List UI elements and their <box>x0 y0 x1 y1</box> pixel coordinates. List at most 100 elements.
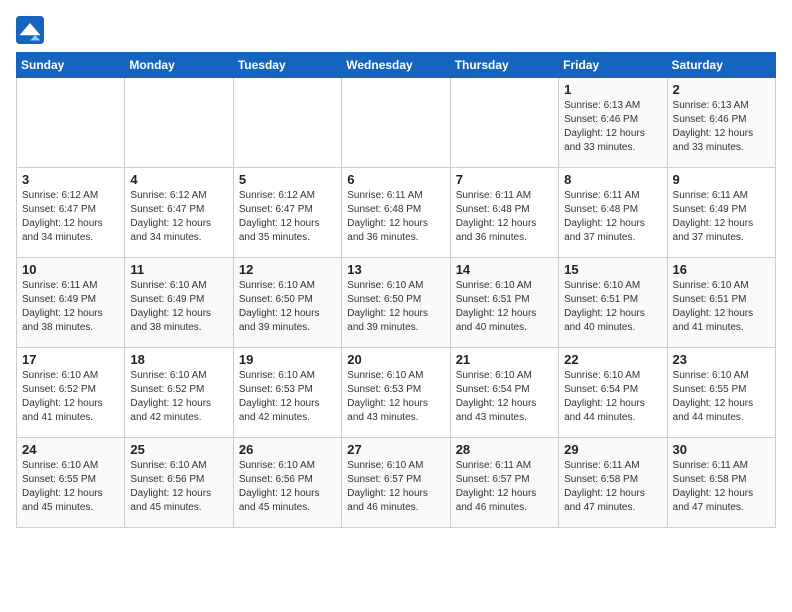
calendar-cell: 13 Sunrise: 6:10 AM Sunset: 6:50 PM Dayli… <box>342 258 450 348</box>
calendar-cell: 4 Sunrise: 6:12 AM Sunset: 6:47 PM Daylig… <box>125 168 233 258</box>
day-number: 19 <box>239 352 336 367</box>
cell-info: Sunrise: 6:13 AM Sunset: 6:46 PM Dayligh… <box>564 99 661 155</box>
calendar-cell: 12 Sunrise: 6:10 AM Sunset: 6:50 PM Dayli… <box>233 258 341 348</box>
calendar-cell: 23Sunrise: 6:10 AM Sunset: 6:55 PM Dayli… <box>667 348 775 438</box>
cell-info: Sunrise: 6:10 AM Sunset: 6:51 PM Dayligh… <box>673 279 770 335</box>
calendar-cell <box>125 78 233 168</box>
day-number: 3 <box>22 172 119 187</box>
logo-icon <box>16 16 44 44</box>
day-number: 30 <box>673 442 770 457</box>
cell-info: Sunrise: 6:10 AM Sunset: 6:56 PM Dayligh… <box>130 459 227 515</box>
day-header-wednesday: Wednesday <box>342 53 450 78</box>
calendar-cell: 21 Sunrise: 6:10 AM Sunset: 6:54 PM Dayli… <box>450 348 558 438</box>
day-header-sunday: Sunday <box>17 53 125 78</box>
day-number: 11 <box>130 262 227 277</box>
cell-info: Sunrise: 6:10 AM Sunset: 6:50 PM Dayligh… <box>347 279 444 335</box>
cell-info: Sunrise: 6:10 AM Sunset: 6:54 PM Dayligh… <box>456 369 553 425</box>
cell-info: Sunrise: 6:10 AM Sunset: 6:57 PM Dayligh… <box>347 459 444 515</box>
calendar-cell <box>17 78 125 168</box>
cell-info: Sunrise: 6:11 AM Sunset: 6:58 PM Dayligh… <box>673 459 770 515</box>
week-row-4: 17 Sunrise: 6:10 AM Sunset: 6:52 PM Dayli… <box>17 348 776 438</box>
cell-info: Sunrise: 6:10 AM Sunset: 6:49 PM Dayligh… <box>130 279 227 335</box>
day-number: 28 <box>456 442 553 457</box>
cell-info: Sunrise: 6:13 AM Sunset: 6:46 PM Dayligh… <box>673 99 770 155</box>
cell-info: Sunrise: 6:10 AM Sunset: 6:50 PM Dayligh… <box>239 279 336 335</box>
calendar-cell: 28 Sunrise: 6:11 AM Sunset: 6:57 PM Dayli… <box>450 438 558 528</box>
week-row-2: 3 Sunrise: 6:12 AM Sunset: 6:47 PM Daylig… <box>17 168 776 258</box>
day-number: 24 <box>22 442 119 457</box>
day-number: 9 <box>673 172 770 187</box>
day-number: 25 <box>130 442 227 457</box>
day-header-saturday: Saturday <box>667 53 775 78</box>
day-number: 8 <box>564 172 661 187</box>
day-number: 26 <box>239 442 336 457</box>
day-number: 14 <box>456 262 553 277</box>
day-number: 21 <box>456 352 553 367</box>
calendar-cell <box>342 78 450 168</box>
day-number: 23 <box>673 352 770 367</box>
day-number: 17 <box>22 352 119 367</box>
cell-info: Sunrise: 6:12 AM Sunset: 6:47 PM Dayligh… <box>22 189 119 245</box>
calendar-cell: 6 Sunrise: 6:11 AM Sunset: 6:48 PM Daylig… <box>342 168 450 258</box>
cell-info: Sunrise: 6:10 AM Sunset: 6:52 PM Dayligh… <box>130 369 227 425</box>
calendar-cell: 9 Sunrise: 6:11 AM Sunset: 6:49 PM Daylig… <box>667 168 775 258</box>
calendar-cell: 7 Sunrise: 6:11 AM Sunset: 6:48 PM Daylig… <box>450 168 558 258</box>
logo <box>16 16 50 44</box>
calendar-cell: 18 Sunrise: 6:10 AM Sunset: 6:52 PM Dayli… <box>125 348 233 438</box>
day-number: 27 <box>347 442 444 457</box>
day-number: 22 <box>564 352 661 367</box>
day-number: 20 <box>347 352 444 367</box>
calendar-cell: 10Sunrise: 6:11 AM Sunset: 6:49 PM Dayli… <box>17 258 125 348</box>
cell-info: Sunrise: 6:11 AM Sunset: 6:48 PM Dayligh… <box>347 189 444 245</box>
calendar-table: SundayMondayTuesdayWednesdayThursdayFrid… <box>16 52 776 528</box>
day-number: 29 <box>564 442 661 457</box>
calendar-cell: 14Sunrise: 6:10 AM Sunset: 6:51 PM Dayli… <box>450 258 558 348</box>
cell-info: Sunrise: 6:11 AM Sunset: 6:57 PM Dayligh… <box>456 459 553 515</box>
cell-info: Sunrise: 6:11 AM Sunset: 6:48 PM Dayligh… <box>564 189 661 245</box>
cell-info: Sunrise: 6:11 AM Sunset: 6:49 PM Dayligh… <box>22 279 119 335</box>
week-row-3: 10Sunrise: 6:11 AM Sunset: 6:49 PM Dayli… <box>17 258 776 348</box>
calendar-cell: 5Sunrise: 6:12 AM Sunset: 6:47 PM Daylig… <box>233 168 341 258</box>
cell-info: Sunrise: 6:11 AM Sunset: 6:58 PM Dayligh… <box>564 459 661 515</box>
calendar-cell: 26 Sunrise: 6:10 AM Sunset: 6:56 PM Dayli… <box>233 438 341 528</box>
calendar-cell: 11 Sunrise: 6:10 AM Sunset: 6:49 PM Dayli… <box>125 258 233 348</box>
cell-info: Sunrise: 6:10 AM Sunset: 6:53 PM Dayligh… <box>347 369 444 425</box>
cell-info: Sunrise: 6:10 AM Sunset: 6:54 PM Dayligh… <box>564 369 661 425</box>
calendar-cell: 15Sunrise: 6:10 AM Sunset: 6:51 PM Dayli… <box>559 258 667 348</box>
day-number: 6 <box>347 172 444 187</box>
week-row-5: 24 Sunrise: 6:10 AM Sunset: 6:55 PM Dayli… <box>17 438 776 528</box>
day-number: 13 <box>347 262 444 277</box>
calendar-cell: 3 Sunrise: 6:12 AM Sunset: 6:47 PM Daylig… <box>17 168 125 258</box>
calendar-cell: 19 Sunrise: 6:10 AM Sunset: 6:53 PM Dayli… <box>233 348 341 438</box>
calendar-cell: 27 Sunrise: 6:10 AM Sunset: 6:57 PM Dayli… <box>342 438 450 528</box>
calendar-cell: 16 Sunrise: 6:10 AM Sunset: 6:51 PM Dayli… <box>667 258 775 348</box>
calendar-cell: 30 Sunrise: 6:11 AM Sunset: 6:58 PM Dayli… <box>667 438 775 528</box>
day-number: 16 <box>673 262 770 277</box>
calendar-cell: 1Sunrise: 6:13 AM Sunset: 6:46 PM Daylig… <box>559 78 667 168</box>
day-header-friday: Friday <box>559 53 667 78</box>
day-number: 7 <box>456 172 553 187</box>
day-header-thursday: Thursday <box>450 53 558 78</box>
cell-info: Sunrise: 6:10 AM Sunset: 6:55 PM Dayligh… <box>22 459 119 515</box>
cell-info: Sunrise: 6:10 AM Sunset: 6:52 PM Dayligh… <box>22 369 119 425</box>
day-header-monday: Monday <box>125 53 233 78</box>
calendar-cell: 2 Sunrise: 6:13 AM Sunset: 6:46 PM Daylig… <box>667 78 775 168</box>
calendar-cell: 17 Sunrise: 6:10 AM Sunset: 6:52 PM Dayli… <box>17 348 125 438</box>
calendar-cell: 29 Sunrise: 6:11 AM Sunset: 6:58 PM Dayli… <box>559 438 667 528</box>
cell-info: Sunrise: 6:10 AM Sunset: 6:56 PM Dayligh… <box>239 459 336 515</box>
day-number: 2 <box>673 82 770 97</box>
calendar-cell: 24 Sunrise: 6:10 AM Sunset: 6:55 PM Dayli… <box>17 438 125 528</box>
day-header-tuesday: Tuesday <box>233 53 341 78</box>
day-number: 4 <box>130 172 227 187</box>
cell-info: Sunrise: 6:12 AM Sunset: 6:47 PM Dayligh… <box>130 189 227 245</box>
day-number: 18 <box>130 352 227 367</box>
calendar-cell <box>450 78 558 168</box>
day-number: 12 <box>239 262 336 277</box>
week-row-1: 1Sunrise: 6:13 AM Sunset: 6:46 PM Daylig… <box>17 78 776 168</box>
cell-info: Sunrise: 6:11 AM Sunset: 6:48 PM Dayligh… <box>456 189 553 245</box>
days-header-row: SundayMondayTuesdayWednesdayThursdayFrid… <box>17 53 776 78</box>
cell-info: Sunrise: 6:10 AM Sunset: 6:53 PM Dayligh… <box>239 369 336 425</box>
calendar-cell <box>233 78 341 168</box>
cell-info: Sunrise: 6:11 AM Sunset: 6:49 PM Dayligh… <box>673 189 770 245</box>
cell-info: Sunrise: 6:10 AM Sunset: 6:51 PM Dayligh… <box>564 279 661 335</box>
